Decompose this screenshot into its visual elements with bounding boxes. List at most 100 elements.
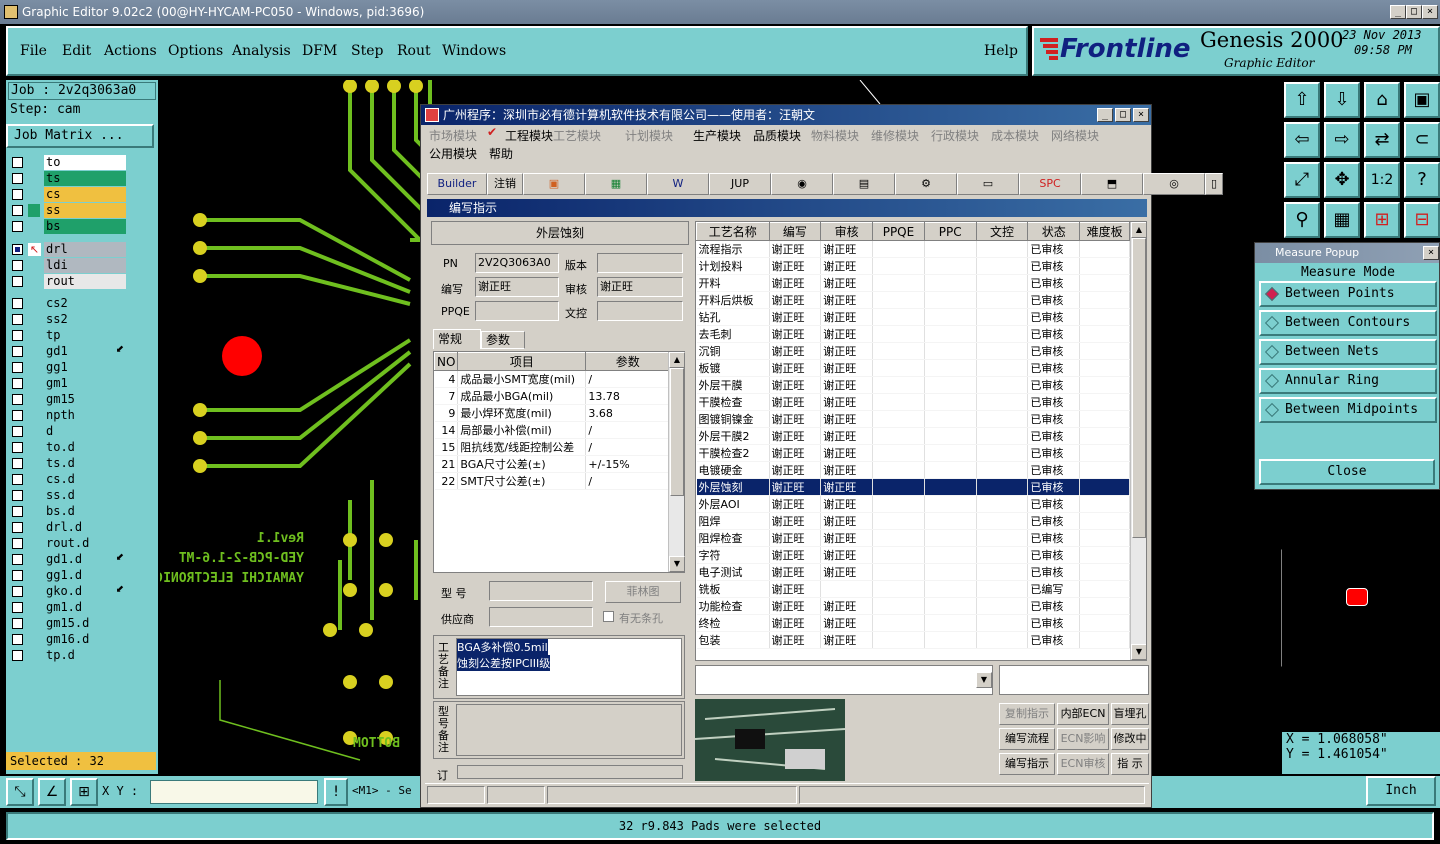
- order-field[interactable]: [457, 765, 683, 779]
- side-button[interactable]: 盲埋孔: [1111, 703, 1149, 725]
- globe-icon[interactable]: ◎: [1143, 173, 1205, 195]
- layer-checkbox[interactable]: [12, 330, 23, 341]
- layer-checkbox[interactable]: [12, 458, 23, 469]
- tool-zoom-in-icon[interactable]: ⇧: [1284, 82, 1320, 118]
- dialog-menu-item[interactable]: 成本模块: [991, 127, 1039, 144]
- layer-row-npth[interactable]: npth: [10, 408, 128, 423]
- layer-row-tp[interactable]: tp: [10, 328, 128, 343]
- process-text-field[interactable]: [999, 665, 1149, 695]
- process-col-header[interactable]: 难度板: [1079, 222, 1130, 241]
- grid-snap-icon[interactable]: ⊞: [70, 778, 98, 806]
- process-row[interactable]: 字符 谢正旺 谢正旺 已审核: [696, 546, 1130, 564]
- layer-row-ss2[interactable]: ss2: [10, 312, 128, 327]
- dialog-menu-item[interactable]: 物料模块: [811, 127, 859, 144]
- layer-row-gm15-d[interactable]: gm15.d: [10, 616, 128, 631]
- tool-home-icon[interactable]: ⌂: [1364, 82, 1400, 118]
- process-row[interactable]: 计划投料 谢正旺 谢正旺 已审核: [696, 257, 1130, 275]
- layer-checkbox[interactable]: [12, 260, 23, 271]
- process-row[interactable]: 沉铜 谢正旺 谢正旺 已审核: [696, 342, 1130, 360]
- side-button[interactable]: ECN审核: [1057, 753, 1109, 775]
- process-col-header[interactable]: 审核: [820, 222, 874, 241]
- layer-checkbox[interactable]: [12, 570, 23, 581]
- angle-icon[interactable]: ∠: [38, 778, 66, 806]
- layer-checkbox[interactable]: [12, 346, 23, 357]
- measure-option-between-points[interactable]: Between Points: [1259, 281, 1437, 307]
- process-row[interactable]: 外层AOI 谢正旺 谢正旺 已审核: [696, 495, 1130, 513]
- layer-checkbox[interactable]: [12, 394, 23, 405]
- maximize-icon[interactable]: □: [1406, 5, 1422, 19]
- layer-row-gd1-d[interactable]: gd1.d ⬋: [10, 552, 128, 567]
- menu-analysis[interactable]: Analysis: [232, 43, 291, 59]
- version-field[interactable]: [597, 253, 683, 273]
- layer-checkbox[interactable]: [12, 474, 23, 485]
- xy-input[interactable]: [150, 780, 318, 804]
- units-button[interactable]: Inch: [1366, 776, 1436, 806]
- side-button[interactable]: 复制指示: [999, 703, 1055, 725]
- process-row[interactable]: 开料后烘板 谢正旺 谢正旺 已审核: [696, 291, 1130, 309]
- layer-row-ts-d[interactable]: ts.d: [10, 456, 128, 471]
- menu-common[interactable]: 公用模块: [429, 145, 477, 162]
- menu-dfm[interactable]: DFM: [302, 43, 337, 59]
- dialog-menu-item[interactable]: 网络模块: [1051, 127, 1099, 144]
- process-row[interactable]: 功能检查 谢正旺 谢正旺 已审核: [696, 597, 1130, 615]
- measure-close-button[interactable]: Close: [1259, 459, 1435, 485]
- layer-checkbox[interactable]: [12, 205, 23, 216]
- dialog-menu-item[interactable]: 工程模块: [505, 127, 553, 144]
- tool-mirror-icon[interactable]: ⊂: [1404, 122, 1440, 158]
- menu-actions[interactable]: Actions: [104, 43, 157, 59]
- tool-left-icon[interactable]: ⇦: [1284, 122, 1320, 158]
- scroll-thumb[interactable]: [670, 368, 684, 496]
- params-scrollbar[interactable]: ▲ ▼: [668, 352, 685, 572]
- film-button[interactable]: 菲林图: [605, 581, 681, 603]
- layer-checkbox[interactable]: [12, 586, 23, 597]
- param-row[interactable]: 9 最小焊环宽度(mil) 3.68: [434, 404, 670, 422]
- process-row[interactable]: 开料 谢正旺 谢正旺 已审核: [696, 274, 1130, 292]
- model-field[interactable]: [489, 581, 593, 601]
- scroll-down-icon[interactable]: ▼: [669, 556, 685, 572]
- tool-layers-icon[interactable]: ⊞: [1364, 202, 1400, 238]
- layer-row-to[interactable]: to: [10, 155, 128, 170]
- word-icon[interactable]: W: [647, 173, 709, 195]
- process-row[interactable]: 电子测试 谢正旺 谢正旺 已审核: [696, 563, 1130, 581]
- menu-options[interactable]: Options: [168, 43, 223, 59]
- pn-field[interactable]: 2V2Q3063A0: [475, 253, 559, 273]
- dialog-minimize-icon[interactable]: _: [1097, 108, 1113, 122]
- minimize-icon[interactable]: _: [1390, 5, 1406, 19]
- process-col-header[interactable]: PPC: [923, 222, 977, 241]
- side-button[interactable]: 编写指示: [999, 753, 1055, 775]
- process-row[interactable]: 干膜检查2 谢正旺 谢正旺 已审核: [696, 444, 1130, 462]
- process-row[interactable]: 阻焊检查 谢正旺 谢正旺 已审核: [696, 529, 1130, 547]
- param-row[interactable]: 22 SMT尺寸公差(±) /: [434, 472, 670, 490]
- menu-step[interactable]: Step: [351, 43, 383, 59]
- process-dropdown[interactable]: ▼: [695, 665, 993, 695]
- excel-icon[interactable]: ▦: [585, 173, 647, 195]
- param-row[interactable]: 7 成品最小BGA(mil) 13.78: [434, 387, 670, 405]
- param-row[interactable]: 21 BGA尺寸公差(±) +/-15%: [434, 455, 670, 473]
- layer-checkbox[interactable]: [12, 426, 23, 437]
- layer-checkbox[interactable]: [12, 157, 23, 168]
- process-row[interactable]: 铣板 谢正旺 已编写: [696, 580, 1130, 598]
- writer-field[interactable]: 谢正旺: [475, 277, 559, 297]
- layer-row-gm1-d[interactable]: gm1.d: [10, 600, 128, 615]
- vendor-field[interactable]: [489, 607, 593, 627]
- layer-checkbox[interactable]: [12, 522, 23, 533]
- measure-close-icon[interactable]: ×: [1423, 246, 1439, 260]
- tool-snap-icon[interactable]: ⚲: [1284, 202, 1320, 238]
- snap-icon[interactable]: ⤡: [6, 778, 34, 806]
- process-row[interactable]: 外层蚀刻 谢正旺 谢正旺 已审核: [696, 478, 1130, 496]
- model-note-textarea[interactable]: [456, 704, 682, 756]
- layer-row-ts[interactable]: ts: [10, 171, 128, 186]
- side-button[interactable]: 指 示: [1111, 753, 1149, 775]
- layer-row-ldi[interactable]: ldi: [10, 258, 128, 273]
- layer-row-drl-d[interactable]: drl.d: [10, 520, 128, 535]
- layer-row-gd1[interactable]: gd1 ⬋: [10, 344, 128, 359]
- menu-rout[interactable]: Rout: [397, 43, 431, 59]
- layer-row-gg1[interactable]: gg1: [10, 360, 128, 375]
- layer-row-tp-d[interactable]: tp.d: [10, 648, 128, 663]
- tool-fit-icon[interactable]: ⤢: [1284, 162, 1320, 198]
- side-button[interactable]: ECN影响: [1057, 728, 1109, 750]
- scroll-up-icon[interactable]: ▲: [1131, 222, 1146, 238]
- layer-row-drl[interactable]: ↖ drl: [10, 242, 128, 257]
- layer-checkbox[interactable]: [12, 298, 23, 309]
- measure-option-between-contours[interactable]: Between Contours: [1259, 310, 1437, 336]
